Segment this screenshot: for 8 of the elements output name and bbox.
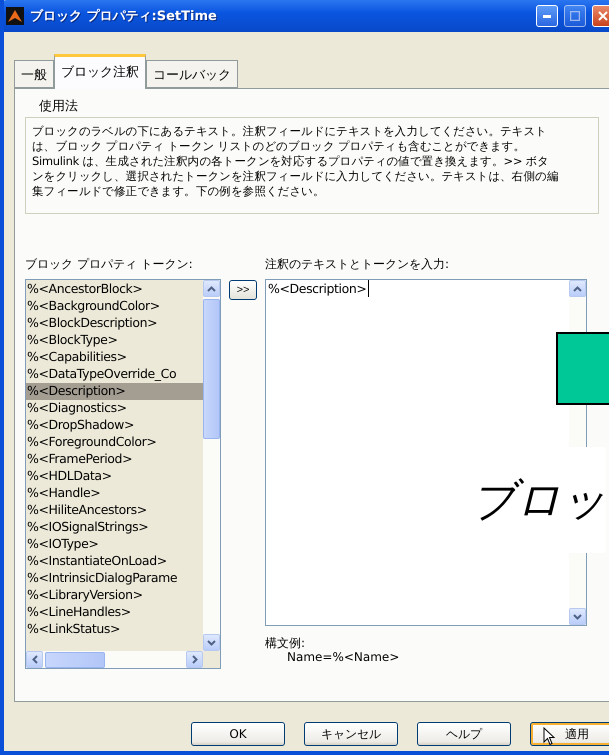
field-value: %<Description> [266, 280, 370, 297]
syntax-example: Name=%<Name> [286, 650, 400, 664]
window-title: ブロック プロパティ:SetTime [30, 8, 218, 25]
list-label: ブロック プロパティ トークン: [25, 256, 194, 273]
group-title: 使用法 [38, 98, 79, 115]
syntax-label: 構文例: [265, 636, 306, 650]
field-label: 注釈のテキストとトークンを入力: [265, 256, 450, 273]
usage-text: ブロックのラベルの下にあるテキスト。注釈フィールドにテキストを入力してください。テキストは、ブロック プロパティ トークン リストのどのブロック プロパティも含むことができます。Simulink は、生成された注釈内の各トークンを対応するプロパティの値で置き換えます。>> ボタンをクリックし、選択されたトークンを注釈フィールドに入力してください。テキストは、右側の編集フィールドで修正できます。下の例を参照ください。 [32, 124, 560, 199]
